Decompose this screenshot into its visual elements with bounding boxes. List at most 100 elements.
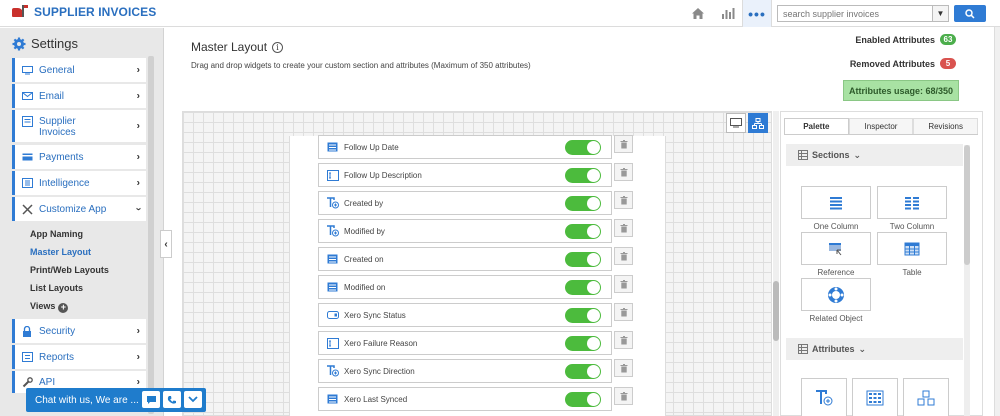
chat-message-button[interactable]: [142, 391, 160, 408]
sections-header[interactable]: Sections ⌄: [786, 144, 963, 166]
sidebar-subitem-print-web-layouts[interactable]: Print/Web Layouts: [30, 265, 109, 275]
field-box[interactable]: Created on: [318, 247, 612, 271]
sidebar-subitem-list-layouts[interactable]: List Layouts: [30, 283, 83, 293]
sidebar-subitem-app-naming[interactable]: App Naming: [30, 229, 83, 239]
collapse-sidebar-button[interactable]: ‹: [160, 230, 172, 258]
monitor-icon: [21, 65, 33, 75]
field-enabled-toggle[interactable]: [565, 336, 601, 351]
delete-field-button[interactable]: [614, 219, 633, 237]
field-enabled-toggle[interactable]: [565, 252, 601, 267]
number-grid-icon: [866, 390, 884, 405]
field-box[interactable]: Modified by: [318, 219, 612, 243]
field-enabled-toggle[interactable]: [565, 168, 601, 183]
field-row[interactable]: Follow Up Description: [318, 163, 638, 187]
add-view-plus-icon[interactable]: +: [58, 302, 69, 313]
search-dropdown-button[interactable]: ▼: [932, 5, 949, 22]
tab-revisions[interactable]: Revisions: [913, 118, 979, 134]
field-box[interactable]: Follow Up Description: [318, 163, 612, 187]
field-row[interactable]: Modified on: [318, 275, 638, 299]
sidebar-subitem-views[interactable]: Views +: [30, 301, 69, 313]
field-label: Modified on: [344, 282, 386, 292]
desktop-view-button[interactable]: [726, 113, 746, 133]
numbered-boxes-icon: [917, 390, 935, 405]
delete-field-button[interactable]: [614, 331, 633, 349]
tab-palette[interactable]: Palette: [784, 118, 849, 134]
delete-field-button[interactable]: [614, 247, 633, 265]
palette-table[interactable]: [877, 232, 947, 265]
field-row[interactable]: Xero Sync Direction: [318, 359, 638, 383]
sidebar-scrollbar[interactable]: [148, 56, 154, 414]
chat-phone-button[interactable]: [163, 391, 181, 408]
palette-two-column[interactable]: [877, 186, 947, 219]
more-menu-button[interactable]: •••: [742, 0, 772, 27]
field-enabled-toggle[interactable]: [565, 364, 601, 379]
sidebar-item-intelligence[interactable]: Intelligence ›: [12, 171, 146, 195]
attributes-header[interactable]: Attributes ⌄: [786, 338, 963, 360]
field-box[interactable]: Created by: [318, 191, 612, 215]
sidebar-item-payments[interactable]: Payments ›: [12, 145, 146, 169]
canvas-scrollbar-thumb[interactable]: [773, 281, 779, 341]
field-box[interactable]: Xero Sync Direction: [318, 359, 612, 383]
info-icon[interactable]: i: [272, 41, 284, 53]
field-row[interactable]: Xero Last Synced: [318, 387, 638, 411]
field-enabled-toggle[interactable]: [565, 224, 601, 239]
field-row[interactable]: Created by: [318, 191, 638, 215]
page-title: Master Layout i: [191, 40, 284, 54]
chat-widget[interactable]: Chat with us, We are ...: [26, 388, 206, 412]
chevron-down-icon: ›: [132, 207, 144, 211]
field-box[interactable]: Xero Failure Reason: [318, 331, 612, 355]
sidebar-item-reports[interactable]: Reports ›: [12, 345, 146, 369]
palette-attr-number-field[interactable]: [903, 378, 949, 416]
sidebar-subitem-master-layout[interactable]: Master Layout: [30, 247, 91, 257]
palette-attr-user-field[interactable]: [801, 378, 847, 416]
field-box[interactable]: Modified on: [318, 275, 612, 299]
palette-one-column[interactable]: [801, 186, 871, 219]
chat-minimize-button[interactable]: [184, 391, 202, 408]
palette-scrollbar-thumb[interactable]: [964, 145, 970, 265]
field-box[interactable]: Xero Sync Status: [318, 303, 612, 327]
home-icon[interactable]: [684, 0, 712, 27]
field-enabled-toggle[interactable]: [565, 392, 601, 407]
delete-field-button[interactable]: [614, 275, 633, 293]
field-row[interactable]: Follow Up Date: [318, 135, 638, 159]
field-enabled-toggle[interactable]: [565, 280, 601, 295]
field-enabled-toggle[interactable]: [565, 308, 601, 323]
tree-view-button[interactable]: [748, 113, 768, 133]
field-box[interactable]: Xero Last Synced: [318, 387, 612, 411]
palette-reference[interactable]: [801, 232, 871, 265]
trash-icon: [620, 335, 627, 344]
palette-scrollbar[interactable]: [964, 145, 970, 416]
app-brand[interactable]: SUPPLIER INVOICES: [12, 5, 156, 19]
delete-field-button[interactable]: [614, 303, 633, 321]
palette-related-object[interactable]: [801, 278, 871, 311]
field-box[interactable]: Follow Up Date: [318, 135, 612, 159]
search-icon: [965, 8, 975, 19]
sidebar-item-general[interactable]: General ›: [12, 58, 146, 82]
sidebar-item-customize-app[interactable]: Customize App ›: [12, 197, 146, 221]
page-scrollbar[interactable]: [994, 27, 1000, 416]
field-row[interactable]: Xero Failure Reason: [318, 331, 638, 355]
delete-field-button[interactable]: [614, 387, 633, 405]
field-row[interactable]: Modified by: [318, 219, 638, 243]
canvas-scrollbar[interactable]: [773, 111, 779, 416]
bar-chart-icon[interactable]: [714, 0, 742, 27]
delete-field-button[interactable]: [614, 359, 633, 377]
palette-attr-grid-field[interactable]: [852, 378, 898, 416]
search-button[interactable]: [954, 5, 986, 22]
trash-icon: [620, 167, 627, 176]
sidebar-item-email[interactable]: Email ›: [12, 84, 146, 108]
field-enabled-toggle[interactable]: [565, 196, 601, 211]
search-input[interactable]: [777, 5, 932, 22]
enabled-attributes-badge: 63: [940, 34, 956, 45]
field-row[interactable]: Created on: [318, 247, 638, 271]
delete-field-button[interactable]: [614, 135, 633, 153]
one-column-icon: [830, 196, 842, 209]
sidebar-item-security[interactable]: Security ›: [12, 319, 146, 343]
delete-field-button[interactable]: [614, 191, 633, 209]
sidebar-item-supplier-invoices[interactable]: Supplier Invoices ›: [12, 110, 146, 142]
field-row[interactable]: Xero Sync Status: [318, 303, 638, 327]
tab-inspector[interactable]: Inspector: [848, 118, 914, 134]
delete-field-button[interactable]: [614, 163, 633, 181]
removed-attributes[interactable]: Removed Attributes 5: [850, 58, 956, 69]
field-enabled-toggle[interactable]: [565, 140, 601, 155]
